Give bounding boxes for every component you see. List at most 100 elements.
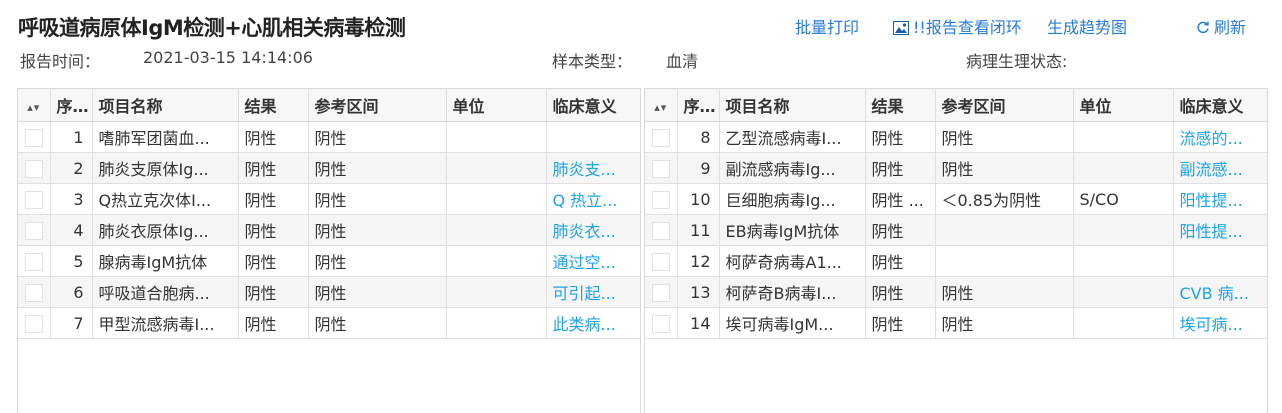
refresh-icon [1196, 20, 1210, 39]
table-header-row: ▴▾ 序... 项目名称 结果 参考区间 单位 临床意义 [18, 89, 640, 122]
cell-seq: 5 [50, 245, 93, 277]
table-row[interactable]: 12 柯萨奇病毒A1... 阴性 [645, 245, 1267, 277]
cell-ref [935, 245, 1074, 277]
cell-unit [1073, 276, 1174, 308]
column-header-unit[interactable]: 单位 [446, 89, 547, 122]
column-header-result[interactable]: 结果 [238, 89, 309, 122]
cell-result: 阴性 [238, 152, 309, 184]
row-checkbox-cell [18, 183, 51, 215]
row-checkbox-cell [18, 307, 51, 339]
table-row[interactable]: 3 Q热立克次体I... 阴性 阴性 Q 热立... [18, 183, 640, 215]
cell-result: 阴性 [238, 183, 309, 215]
row-checkbox[interactable] [651, 252, 670, 271]
trend-button[interactable]: 生成趋势图 [1047, 14, 1127, 38]
column-header-sig[interactable]: 临床意义 [546, 89, 640, 122]
cell-result: 阴性 [865, 214, 936, 246]
row-checkbox-cell [645, 152, 678, 184]
cell-significance[interactable]: 阳性提... [1173, 214, 1267, 246]
cell-significance [1173, 245, 1267, 277]
cell-seq: 9 [677, 152, 720, 184]
row-checkbox[interactable] [651, 283, 670, 302]
row-checkbox[interactable] [651, 190, 670, 209]
sample-type-label: 样本类型： [552, 52, 633, 71]
row-checkbox[interactable] [651, 128, 670, 147]
table-row[interactable]: 7 甲型流感病毒I... 阴性 阴性 此类病... [18, 307, 640, 339]
table-row[interactable]: 5 腺病毒IgM抗体 阴性 阴性 通过空... [18, 245, 640, 277]
column-header-ref[interactable]: 参考区间 [308, 89, 447, 122]
row-checkbox[interactable] [24, 190, 43, 209]
table-header-row: ▴▾ 序... 项目名称 结果 参考区间 单位 临床意义 [645, 89, 1267, 122]
table-row[interactable]: 1 嗜肺军团菌血... 阴性 阴性 [18, 121, 640, 153]
table-row[interactable]: 10 巨细胞病毒Ig... 阴性 ... ＜0.85为阴性 S/CO 阳性提... [645, 183, 1267, 215]
row-checkbox-cell [645, 121, 678, 153]
table-row[interactable]: 14 埃可病毒IgM... 阴性 阴性 埃可病... [645, 307, 1267, 339]
right-results-grid: ▴▾ 序... 项目名称 结果 参考区间 单位 临床意义 8 乙型流感病毒I...… [644, 88, 1268, 413]
table-row[interactable]: 9 副流感病毒Ig... 阴性 阴性 副流感... [645, 152, 1267, 184]
cell-name: 呼吸道合胞病... [92, 276, 239, 308]
refresh-label: 刷新 [1214, 18, 1247, 37]
cell-name: 嗜肺军团菌血... [92, 121, 239, 153]
left-results-table: ▴▾ 序... 项目名称 结果 参考区间 单位 临床意义 1 嗜肺军团菌血... 阴… [18, 89, 640, 339]
cell-ref: 阴性 [308, 276, 447, 308]
cell-significance[interactable]: 肺炎衣... [546, 214, 640, 246]
column-header-ref[interactable]: 参考区间 [935, 89, 1074, 122]
batch-print-button[interactable]: 批量打印 [795, 14, 859, 38]
cell-seq: 7 [50, 307, 93, 339]
cell-significance[interactable]: 肺炎支... [546, 152, 640, 184]
cell-seq: 4 [50, 214, 93, 246]
cell-name: 腺病毒IgM抗体 [92, 245, 239, 277]
cell-significance[interactable]: 流感的... [1173, 121, 1267, 153]
row-checkbox[interactable] [24, 128, 43, 147]
cell-significance[interactable]: 阳性提... [1173, 183, 1267, 215]
cell-significance[interactable]: 通过空... [546, 245, 640, 277]
cell-ref: 阴性 [935, 152, 1074, 184]
row-checkbox-cell [645, 245, 678, 277]
column-header-sig[interactable]: 临床意义 [1173, 89, 1267, 122]
page-title: 呼吸道病原体IgM检测+心肌相关病毒检测 [18, 16, 406, 40]
table-row[interactable]: 2 肺炎支原体Ig... 阴性 阴性 肺炎支... [18, 152, 640, 184]
row-checkbox-cell [18, 152, 51, 184]
cell-significance[interactable]: CVB 病... [1173, 276, 1267, 308]
row-checkbox[interactable] [24, 283, 43, 302]
cell-unit [446, 307, 547, 339]
cell-significance[interactable]: 可引起... [546, 276, 640, 308]
row-checkbox[interactable] [24, 314, 43, 333]
row-checkbox[interactable] [24, 221, 43, 240]
cell-significance[interactable]: 此类病... [546, 307, 640, 339]
column-header-name[interactable]: 项目名称 [719, 89, 866, 122]
cell-ref: 阴性 [308, 152, 447, 184]
column-header-seq[interactable]: 序... [677, 89, 720, 122]
cell-significance[interactable]: 埃可病... [1173, 307, 1267, 339]
cell-significance[interactable]: 副流感... [1173, 152, 1267, 184]
cell-unit [446, 183, 547, 215]
cell-seq: 12 [677, 245, 720, 277]
table-row[interactable]: 13 柯萨奇B病毒I... 阴性 阴性 CVB 病... [645, 276, 1267, 308]
cell-significance[interactable]: Q 热立... [546, 183, 640, 215]
cell-unit [446, 214, 547, 246]
row-checkbox[interactable] [24, 159, 43, 178]
cell-result: 阴性 [865, 307, 936, 339]
cell-unit [1073, 214, 1174, 246]
column-header-result[interactable]: 结果 [865, 89, 936, 122]
column-header-name[interactable]: 项目名称 [92, 89, 239, 122]
cell-name: 埃可病毒IgM... [719, 307, 866, 339]
row-checkbox[interactable] [24, 252, 43, 271]
column-header-seq[interactable]: 序... [50, 89, 93, 122]
cell-name: 巨细胞病毒Ig... [719, 183, 866, 215]
table-row[interactable]: 4 肺炎衣原体Ig... 阴性 阴性 肺炎衣... [18, 214, 640, 246]
report-loop-button[interactable]: !!报告查看闭环 [893, 14, 1022, 39]
cell-result: 阴性 [238, 245, 309, 277]
row-checkbox[interactable] [651, 221, 670, 240]
cell-unit: S/CO [1073, 183, 1174, 215]
table-row[interactable]: 6 呼吸道合胞病... 阴性 阴性 可引起... [18, 276, 640, 308]
refresh-button[interactable]: 刷新 [1196, 14, 1246, 39]
sort-column-header[interactable]: ▴▾ [645, 89, 678, 122]
table-row[interactable]: 11 EB病毒IgM抗体 阴性 阳性提... [645, 214, 1267, 246]
report-time-label: 报告时间： [20, 52, 101, 71]
row-checkbox[interactable] [651, 314, 670, 333]
row-checkbox-cell [18, 245, 51, 277]
row-checkbox[interactable] [651, 159, 670, 178]
column-header-unit[interactable]: 单位 [1073, 89, 1174, 122]
table-row[interactable]: 8 乙型流感病毒I... 阴性 阴性 流感的... [645, 121, 1267, 153]
sort-column-header[interactable]: ▴▾ [18, 89, 51, 122]
